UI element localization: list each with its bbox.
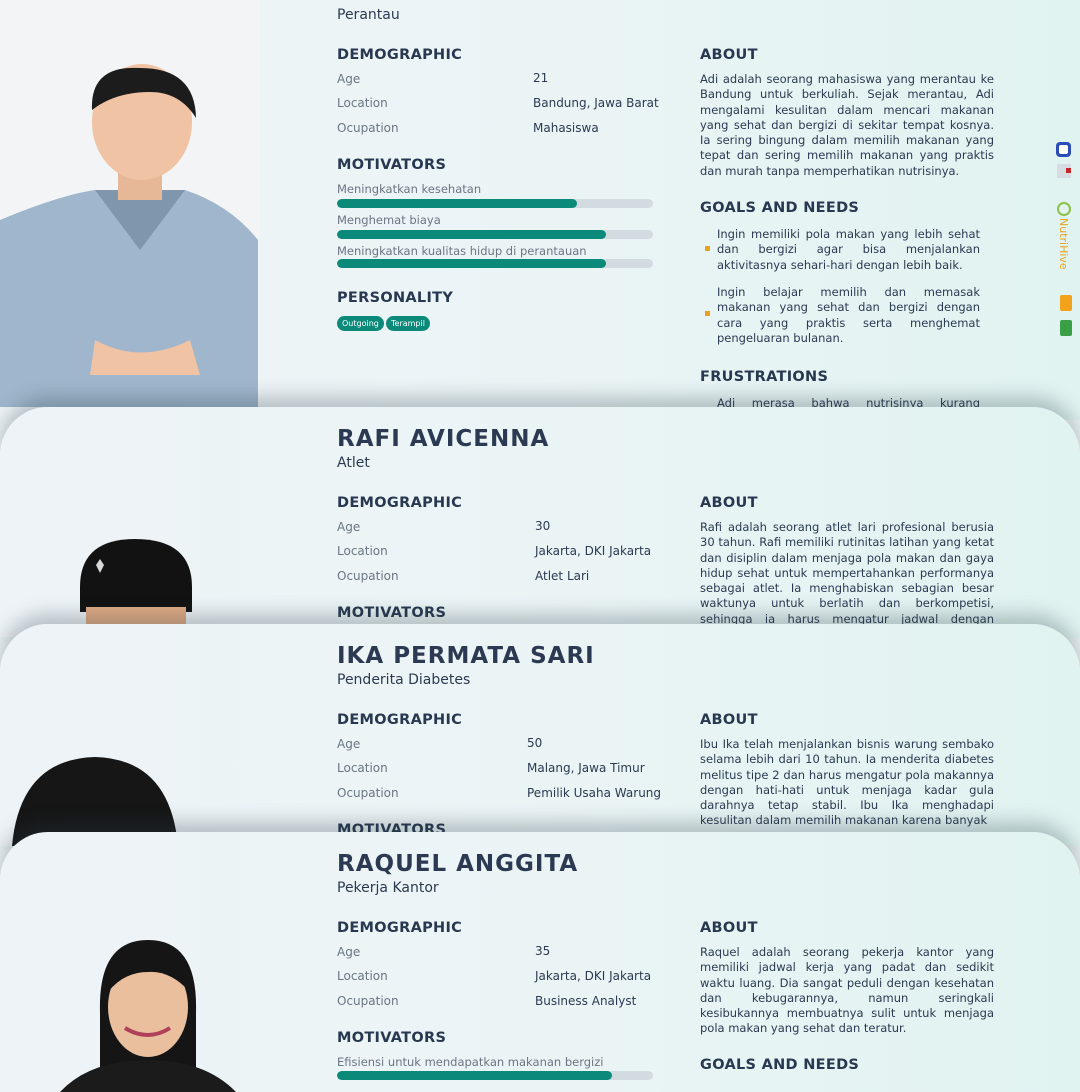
persona-card-raquel: RAQUEL ANGGITA Pekerja Kantor DEMOGRAPHI…: [0, 832, 1080, 1092]
motivator-bar: [337, 1071, 653, 1080]
persona-role: Pekerja Kantor: [337, 880, 439, 896]
about-title: ABOUT: [700, 712, 758, 728]
about-text: Raquel adalah seorang pekerja kantor yan…: [700, 945, 994, 1036]
goal-item: Ingin belajar memilih dan memasak makana…: [717, 285, 980, 345]
motivator-label: Meningkatkan kualitas hidup di perantaua…: [337, 244, 587, 258]
persona-card-perantau: Perantau DEMOGRAPHIC Age 21 Location Ban…: [0, 0, 1080, 420]
age-value: 30: [535, 519, 551, 533]
motivator-label: Meningkatkan kesehatan: [337, 182, 482, 196]
location-value: Malang, Jawa Timur: [527, 761, 645, 775]
about-title: ABOUT: [700, 495, 758, 511]
motivator-label: Menghemat biaya: [337, 213, 441, 227]
motivators-title: MOTIVATORS: [337, 605, 447, 621]
occupation-label: Ocupation: [337, 786, 399, 800]
age-label: Age: [337, 737, 361, 751]
location-label: Location: [337, 969, 388, 983]
age-value: 50: [527, 736, 543, 750]
motivator-bar: [337, 199, 653, 208]
motivator-bar: [337, 259, 653, 268]
sidebar-strip: NutriHive: [1055, 140, 1073, 344]
location-label: Location: [337, 761, 388, 775]
goals-title: GOALS AND NEEDS: [700, 1057, 860, 1073]
badge-green-icon: [1060, 320, 1072, 336]
personality-tag: Terampil: [386, 316, 430, 331]
badge-orange-icon: [1060, 295, 1072, 311]
occupation-value: Atlet Lari: [535, 569, 590, 583]
persona-role: Perantau: [337, 7, 400, 23]
goal-bullet: [705, 246, 710, 251]
persona-photo: [0, 407, 260, 637]
age-value: 35: [535, 944, 551, 958]
persona-name: IKA PERMATA SARI: [337, 643, 595, 669]
about-title: ABOUT: [700, 920, 758, 936]
age-label: Age: [337, 520, 361, 534]
location-value: Jakarta, DKI Jakarta: [535, 544, 652, 558]
demographic-title: DEMOGRAPHIC: [337, 920, 463, 936]
location-label: Location: [337, 544, 388, 558]
location-value: Jakarta, DKI Jakarta: [535, 969, 652, 983]
frustrations-title: FRUSTRATIONS: [700, 369, 829, 385]
persona-role: Atlet: [337, 455, 370, 471]
persona-photo: [0, 832, 260, 1092]
personality-title: PERSONALITY: [337, 290, 454, 306]
demographic-title: DEMOGRAPHIC: [337, 712, 463, 728]
motivators-title: MOTIVATORS: [337, 157, 447, 173]
nutrihive-logo-icon: [1057, 202, 1071, 216]
persona-photo: [0, 624, 260, 846]
persona-card-rafi: RAFI AVICENNA Atlet DEMOGRAPHIC Age 30 L…: [0, 407, 1080, 637]
goals-title: GOALS AND NEEDS: [700, 200, 860, 216]
demographic-title: DEMOGRAPHIC: [337, 495, 463, 511]
motivators-title: MOTIVATORS: [337, 1030, 447, 1046]
persona-name: RAQUEL ANGGITA: [337, 851, 579, 877]
persona-role: Penderita Diabetes: [337, 672, 471, 688]
occupation-value: Business Analyst: [535, 994, 637, 1008]
location-label: Location: [337, 96, 388, 110]
about-text: Adi adalah seorang mahasiswa yang merant…: [700, 72, 994, 178]
persona-card-ika: IKA PERMATA SARI Penderita Diabetes DEMO…: [0, 624, 1080, 846]
motivator-bar: [337, 230, 653, 239]
location-value: Bandung, Jawa Barat: [533, 96, 659, 110]
occupation-label: Ocupation: [337, 569, 399, 583]
age-value: 21: [533, 71, 549, 85]
age-label: Age: [337, 945, 361, 959]
occupation-value: Mahasiswa: [533, 121, 599, 135]
goal-bullet: [705, 311, 710, 316]
persona-name: RAFI AVICENNA: [337, 426, 550, 452]
occupation-label: Ocupation: [337, 121, 399, 135]
personality-tag: Outgoing: [337, 316, 384, 331]
sidebar-brand: NutriHive: [1057, 218, 1070, 270]
about-title: ABOUT: [700, 47, 758, 63]
age-label: Age: [337, 72, 361, 86]
about-text: Rafi adalah seorang atlet lari profesion…: [700, 520, 994, 637]
demographic-title: DEMOGRAPHIC: [337, 47, 463, 63]
goal-item: Ingin memiliki pola makan yang lebih seh…: [717, 227, 980, 272]
motivator-label: Efisiensi untuk mendapatkan makanan berg…: [337, 1055, 604, 1069]
persona-photo: [0, 0, 260, 407]
about-text: Ibu Ika telah menjalankan bisnis warung …: [700, 737, 994, 828]
occupation-label: Ocupation: [337, 994, 399, 1008]
occupation-value: Pemilik Usaha Warung: [527, 786, 662, 800]
